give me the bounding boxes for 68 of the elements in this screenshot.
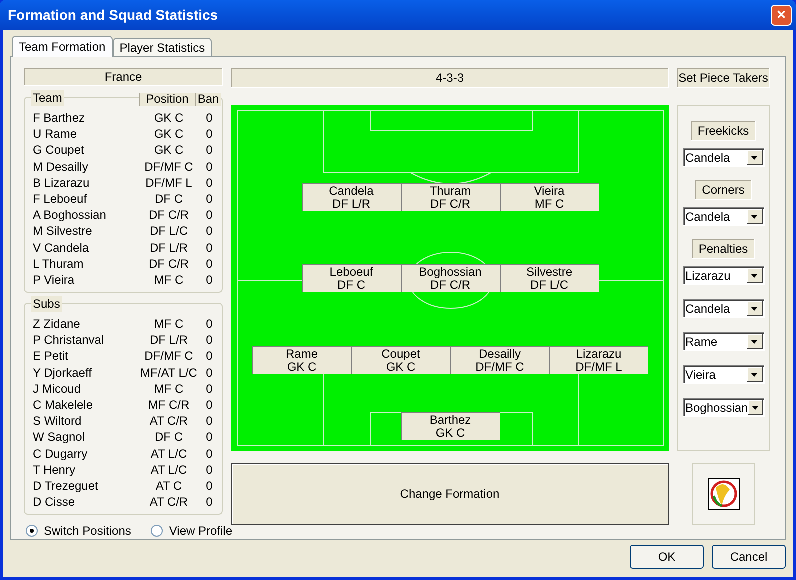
player-card[interactable]: Lizarazu DF/MF L	[549, 346, 648, 374]
dropdown[interactable]: Candela	[682, 207, 764, 226]
dropdown[interactable]: Rame	[682, 332, 764, 351]
player-row[interactable]: S Wiltord AT C/R 0	[33, 413, 214, 430]
player-card[interactable]: Leboeuf DF C	[302, 264, 400, 292]
tab[interactable]: Team Formation	[12, 36, 113, 57]
player-row[interactable]: P Christanval DF L/R 0	[33, 332, 214, 348]
caret-icon	[751, 340, 758, 344]
player-card[interactable]: Thuram DF C/R	[400, 183, 500, 211]
dropdown[interactable]: Candela	[682, 299, 764, 318]
player-row[interactable]: L Thuram DF C/R 0	[33, 256, 214, 272]
player-card[interactable]: Boghossian DF C/R	[400, 264, 500, 292]
player-row[interactable]: F Barthez GK C 0	[33, 110, 214, 126]
radio-option[interactable]: View Profile	[151, 523, 233, 540]
dialog-button[interactable]: Cancel	[712, 545, 786, 569]
change-formation-button[interactable]: Change Formation	[231, 463, 669, 525]
player-row[interactable]: P Vieira MF C 0	[33, 272, 214, 288]
column-header: Ban	[195, 93, 221, 106]
player-row[interactable]: T Henry AT L/C 0	[33, 462, 214, 478]
player-row[interactable]: A Boghossian DF C/R 0	[33, 207, 214, 224]
caret-icon	[751, 372, 758, 376]
player-card[interactable]: Vieira MF C	[500, 183, 598, 211]
player-row[interactable]: W Sagnol DF C 0	[33, 429, 214, 446]
team-name-label: France	[24, 68, 223, 86]
caret-icon	[751, 156, 758, 160]
player-card[interactable]: Candela DF L/R	[302, 183, 400, 211]
player-row[interactable]: M Desailly DF/MF C 0	[33, 158, 214, 175]
player-row[interactable]: E Petit DF/MF C 0	[33, 348, 214, 365]
column-header: Position	[139, 93, 195, 106]
player-card[interactable]: Barthez GK C	[400, 412, 500, 440]
caret-icon	[751, 274, 758, 278]
radio-option[interactable]: Switch Positions	[26, 523, 132, 540]
player-card[interactable]: Silvestre DF L/C	[500, 264, 598, 292]
caret-icon	[752, 406, 759, 410]
player-row[interactable]: J Micoud MF C 0	[33, 380, 214, 397]
caret-icon	[751, 214, 758, 218]
player-row[interactable]: C Dugarry AT L/C 0	[33, 446, 214, 462]
dialog-button[interactable]: OK	[630, 545, 704, 569]
logo-icon	[708, 478, 740, 510]
player-row[interactable]: B Lizarazu DF/MF L 0	[33, 174, 214, 191]
tab[interactable]: Player Statistics	[112, 38, 212, 56]
player-row[interactable]: Z Zidane MF C 0	[33, 316, 214, 332]
player-row[interactable]: F Leboeuf DF C 0	[33, 190, 214, 208]
dropdown[interactable]: Lizarazu	[682, 266, 764, 285]
set-piece-group-label: Freekicks	[690, 121, 756, 141]
window-title: Formation and Squad Statistics	[8, 6, 218, 25]
set-piece-group-label: Corners	[695, 180, 752, 200]
player-row[interactable]: G Coupet GK C 0	[33, 142, 214, 159]
player-row[interactable]: D Cisse AT C/R 0	[33, 494, 214, 510]
player-card[interactable]: Rame GK C	[252, 346, 351, 374]
player-row[interactable]: M Silvestre DF L/C 0	[33, 223, 214, 240]
player-card[interactable]: Coupet GK C	[351, 346, 450, 374]
caret-icon	[751, 306, 758, 310]
group-label: Team	[31, 90, 64, 106]
dropdown[interactable]: Boghossian	[682, 398, 764, 417]
player-row[interactable]: D Trezeguet AT C 0	[33, 478, 214, 494]
formation-label: 4-3-3	[231, 68, 669, 88]
player-card[interactable]: Desailly DF/MF C	[450, 346, 549, 374]
player-row[interactable]: C Makelele MF C/R 0	[33, 397, 214, 414]
player-row[interactable]: U Rame GK C 0	[33, 126, 214, 142]
player-row[interactable]: V Candela DF L/R 0	[33, 240, 214, 256]
group-label: Subs	[31, 296, 62, 312]
dropdown[interactable]: Candela	[682, 148, 764, 167]
dropdown[interactable]: Vieira	[682, 365, 764, 384]
player-row[interactable]: Y Djorkaeff MF/AT L/C 0	[33, 364, 214, 381]
set-piece-label: Set Piece Takers	[677, 68, 770, 88]
close-button[interactable]: ✕	[771, 4, 792, 26]
set-piece-group-label: Penalties	[692, 239, 756, 259]
